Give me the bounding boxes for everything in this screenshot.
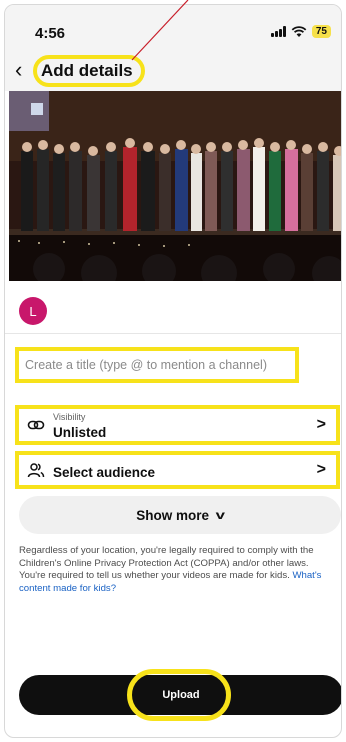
upload-button[interactable]: Upload <box>19 675 341 715</box>
channel-avatar[interactable]: L <box>19 297 47 325</box>
visibility-label: Visibility <box>53 412 86 422</box>
visibility-value: Unlisted <box>53 425 107 440</box>
upload-label: Upload <box>162 689 200 701</box>
battery-icon: 75 <box>311 25 331 38</box>
link-icon <box>27 420 45 430</box>
back-arrow-icon[interactable]: ‹ <box>15 59 35 82</box>
video-thumbnail[interactable] <box>9 91 341 281</box>
people-icon <box>27 463 45 478</box>
audience-row[interactable]: Select audience > <box>15 451 340 489</box>
status-icons: 75 <box>270 25 331 38</box>
legal-text: Regardless of your location, you're lega… <box>19 545 314 581</box>
chevron-down-icon: v <box>215 508 226 522</box>
phone-frame: 4:56 75 ‹ Add details L Create a title (… <box>4 4 342 738</box>
chevron-right-icon: > <box>316 416 326 433</box>
chevron-right-icon: > <box>316 461 326 478</box>
show-more-button[interactable]: Show more v <box>19 496 341 534</box>
divider <box>5 333 341 334</box>
title-field[interactable] <box>15 347 299 383</box>
show-more-label: Show more <box>136 507 210 523</box>
status-time: 4:56 <box>35 25 66 42</box>
visibility-row[interactable]: Visibility Unlisted > <box>15 405 340 445</box>
audience-label: Select audience <box>53 465 156 480</box>
wifi-icon <box>291 25 307 37</box>
header: ‹ Add details <box>5 51 341 91</box>
page-title: Add details <box>41 61 133 80</box>
signal-icon <box>270 26 286 37</box>
status-bar: 4:56 75 <box>5 5 341 51</box>
legal-notice: Regardless of your location, you're lega… <box>19 545 337 595</box>
title-input[interactable] <box>19 351 295 379</box>
